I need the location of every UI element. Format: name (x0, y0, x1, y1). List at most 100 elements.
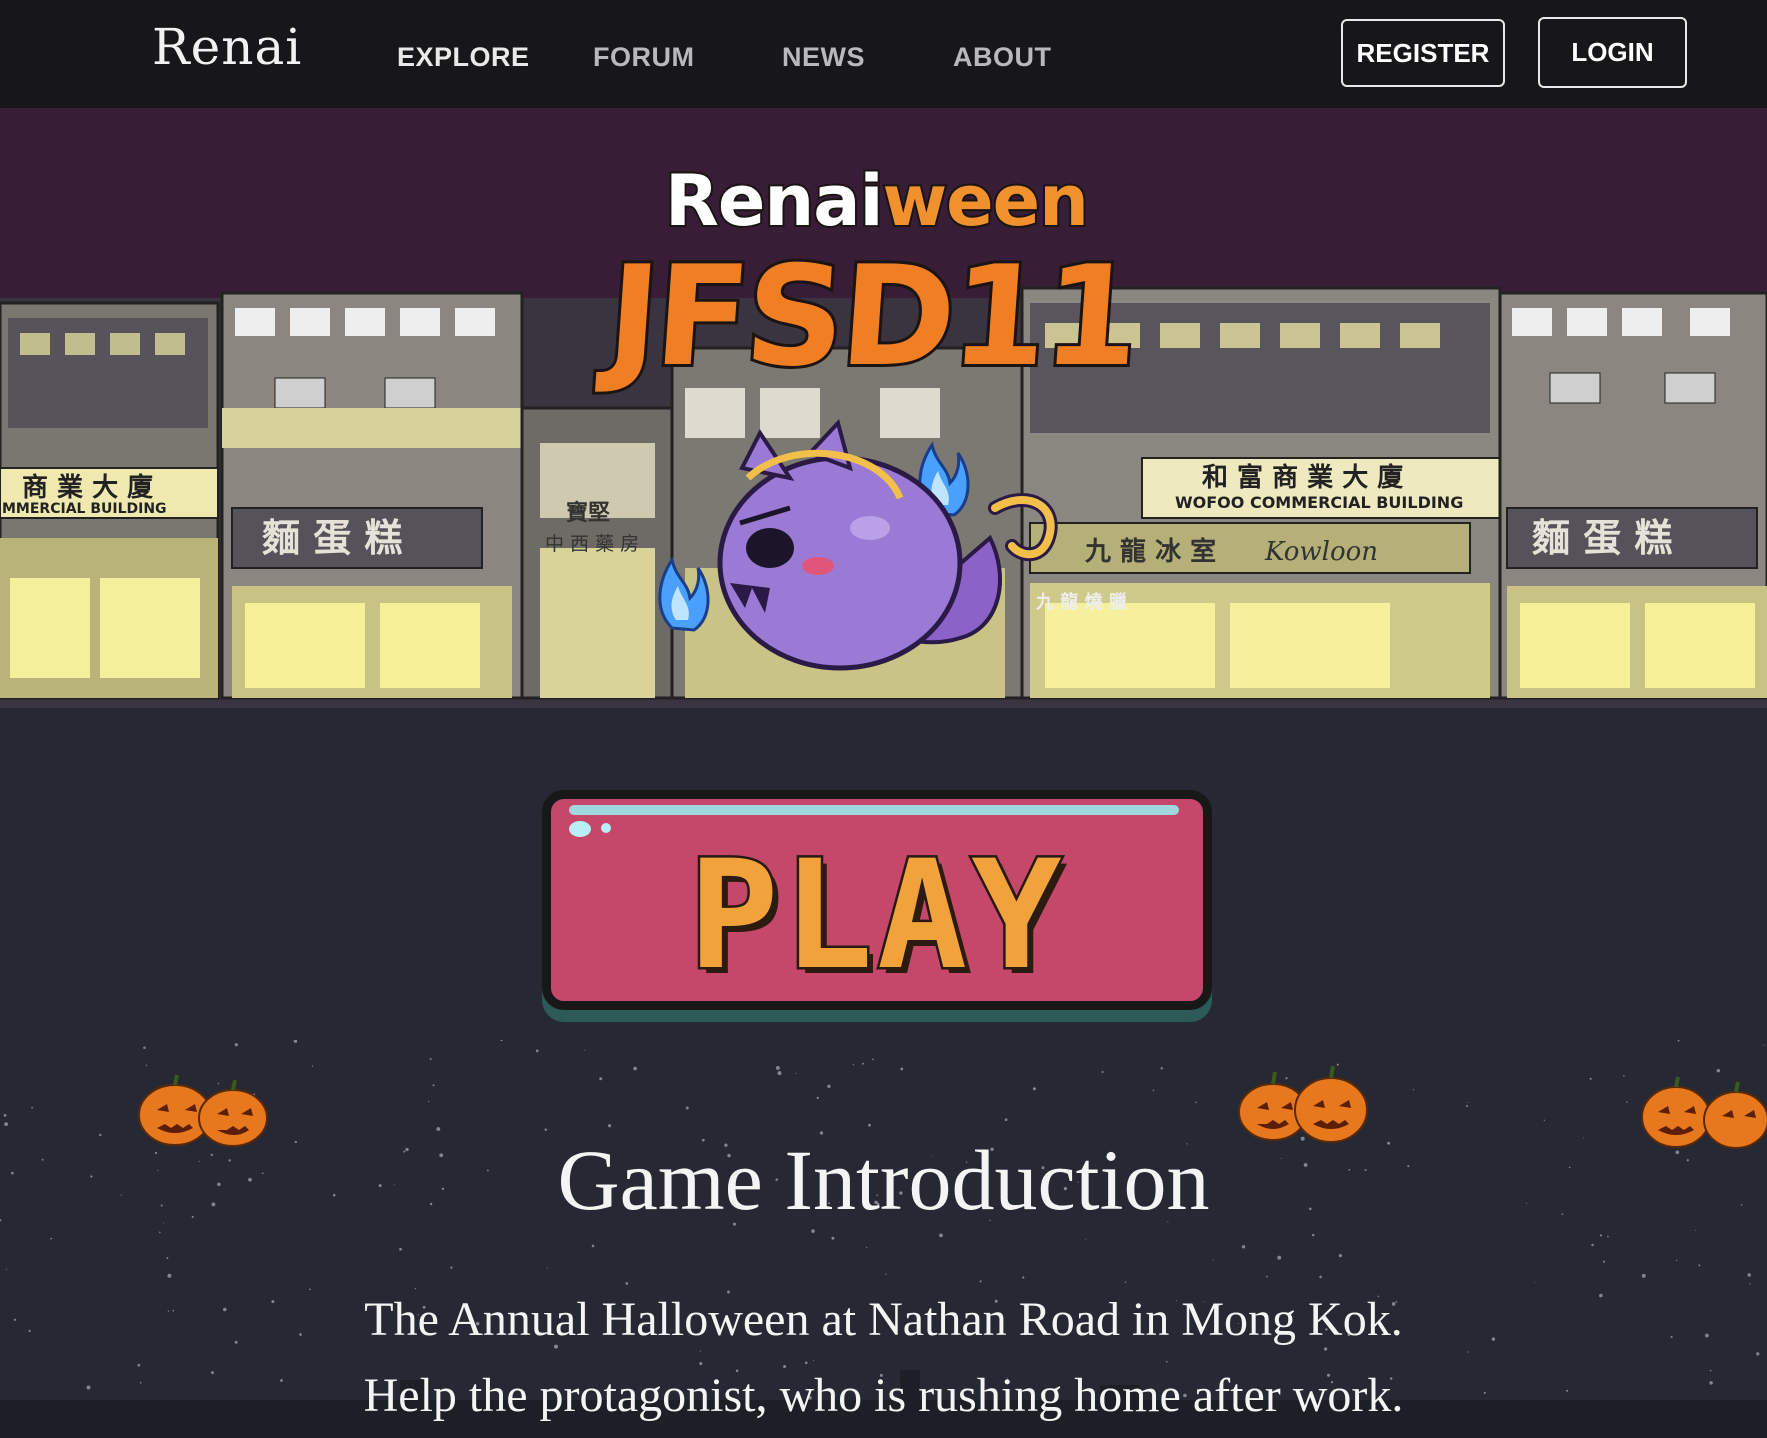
star (866, 1246, 868, 1249)
star (1022, 1276, 1025, 1279)
intro-text-line: The Annual Halloween at Nathan Road in M… (364, 1293, 1403, 1346)
star (885, 1273, 887, 1275)
star (699, 1361, 703, 1366)
star (1032, 1087, 1036, 1091)
star (1467, 1101, 1469, 1103)
star (685, 1106, 689, 1110)
star (5, 1268, 8, 1270)
star (583, 1049, 585, 1051)
sign-bbq: 九 龍 燒 臘 (1035, 591, 1127, 613)
login-button[interactable]: LOGIN (1538, 17, 1687, 88)
play-button-label: PLAY (686, 827, 1066, 1003)
sign-cake-right: 麵 蛋 糕 (1532, 516, 1672, 560)
star (1589, 1077, 1592, 1080)
star (143, 1046, 146, 1050)
nav-forum[interactable]: FORUM (593, 42, 694, 73)
star (145, 1064, 148, 1066)
star (535, 1049, 539, 1053)
intro-text-line: Help the protagonist, who is rushing hom… (363, 1369, 1404, 1422)
star (1412, 1089, 1414, 1091)
star (777, 1071, 782, 1076)
sign-building-left-en: MMERCIAL BUILDING (2, 501, 167, 517)
star (608, 1124, 612, 1128)
star (1277, 1255, 1282, 1260)
star (1466, 1105, 1468, 1107)
star (234, 1043, 238, 1047)
sign-shop-logo: Kowloon (1264, 537, 1378, 567)
register-button[interactable]: REGISTER (1341, 19, 1505, 87)
star (1212, 1259, 1214, 1261)
star (868, 1123, 871, 1127)
star (775, 1065, 780, 1070)
hero-banner: 商 業 大 廈 MMERCIAL BUILDING 麵 蛋 糕 寶堅 中 西 藥… (0, 108, 1767, 708)
star (1764, 1044, 1765, 1046)
star (429, 1057, 432, 1060)
star (414, 1287, 417, 1290)
star (1698, 1264, 1701, 1267)
star (311, 1065, 314, 1067)
star (1623, 1075, 1625, 1077)
star (1747, 1273, 1751, 1277)
star (804, 1361, 808, 1365)
play-button[interactable]: PLAY (542, 790, 1212, 1010)
star (852, 1064, 855, 1066)
star (500, 1040, 503, 1042)
nav-about[interactable]: ABOUT (953, 42, 1052, 73)
star (1599, 1234, 1603, 1237)
sign-pharmacy: 寶堅 (566, 500, 610, 526)
star (1626, 1101, 1628, 1103)
star (1152, 1089, 1155, 1092)
sign-pharmacy-sub: 中 西 藥 房 (545, 533, 639, 555)
nav-explore[interactable]: EXPLORE (397, 42, 530, 73)
star (900, 1067, 904, 1071)
nav-news[interactable]: NEWS (782, 42, 865, 73)
star (137, 1363, 141, 1367)
star (872, 1058, 874, 1061)
star (4, 1122, 9, 1127)
building-right (1498, 291, 1767, 700)
event-subtitle: JFSD11 (599, 233, 1144, 400)
star (1311, 1233, 1315, 1237)
star (1338, 1253, 1343, 1258)
building-cake-shop (220, 291, 524, 700)
star (1675, 1259, 1678, 1262)
event-title: Renaiween (663, 158, 1091, 244)
star (450, 1266, 453, 1269)
site-logo[interactable]: Renai (152, 18, 302, 76)
star (1266, 1275, 1268, 1278)
star (1241, 1245, 1246, 1249)
sign-cake-left: 麵 蛋 糕 (262, 516, 402, 560)
star (1160, 1067, 1163, 1070)
star (1641, 1273, 1646, 1278)
star (1101, 1070, 1104, 1074)
star (861, 1062, 864, 1065)
star (1602, 1260, 1605, 1263)
star (399, 1247, 402, 1251)
star (1166, 1360, 1168, 1363)
star (159, 1231, 161, 1234)
star (1607, 1235, 1609, 1238)
star (1756, 1352, 1760, 1356)
star (293, 1040, 298, 1043)
star (166, 1257, 169, 1260)
star (1319, 1275, 1322, 1279)
play-button-highlight (569, 805, 1179, 815)
star (432, 1084, 435, 1087)
star (1677, 1040, 1680, 1042)
star (309, 1288, 311, 1291)
star (1534, 1281, 1536, 1283)
star (599, 1077, 603, 1081)
top-navbar: Renai EXPLORE FORUM NEWS ABOUT REGISTER … (0, 0, 1767, 108)
star (1084, 1239, 1086, 1241)
sign-wofoo-en: WOFOO COMMERCIAL BUILDING (1175, 493, 1463, 512)
star (816, 1096, 819, 1100)
star (813, 1359, 815, 1361)
star (1124, 1281, 1127, 1284)
star (3, 1114, 7, 1117)
star (1195, 1101, 1197, 1104)
star (831, 1236, 835, 1240)
sign-shop-right: 九 龍 冰 室 (1084, 536, 1216, 567)
star (1467, 1351, 1469, 1353)
star (427, 1100, 430, 1103)
star (31, 1106, 33, 1109)
